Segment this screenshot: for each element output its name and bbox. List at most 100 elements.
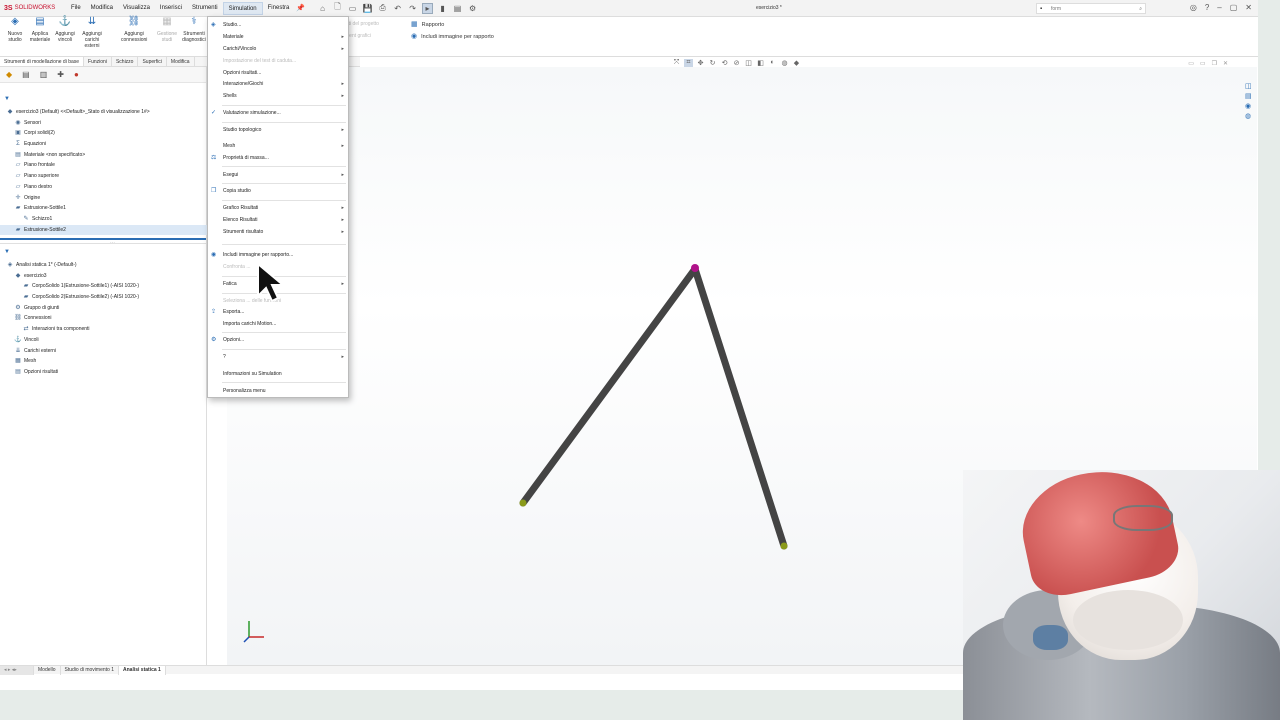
user-icon[interactable]: ◎: [1190, 3, 1197, 12]
minimize-icon[interactable]: –: [1217, 3, 1221, 12]
tree-item[interactable]: ▱ Piano frontale: [0, 160, 207, 171]
section-view-icon[interactable]: ⊘: [732, 59, 741, 67]
menu-item-valutazione-simulazione[interactable]: ✓ Valutazione simulazione...: [208, 108, 349, 119]
bottom-tab-studio-di-movimento-1[interactable]: Studio di movimento 1: [61, 665, 119, 675]
appearances-icon[interactable]: ◍: [1245, 112, 1252, 120]
tree-item[interactable]: ◆ esercizio3 (Default) <<Default>_Stato d…: [0, 107, 207, 118]
save-icon[interactable]: 💾: [362, 4, 373, 13]
tree-item[interactable]: ⚙ Gruppo di giunti: [0, 303, 207, 314]
menu-item-importa-carichi-motion[interactable]: Importa carichi Motion...: [208, 319, 349, 330]
menu-item-esporta[interactable]: ⇪ Esporta...: [208, 307, 349, 318]
tree-item[interactable]: ◉ Sensori: [0, 118, 207, 129]
menu-finestra[interactable]: Finestra: [263, 2, 295, 15]
home-icon[interactable]: ⌂: [317, 4, 328, 13]
redo-icon[interactable]: ↷: [407, 4, 418, 13]
tree-item[interactable]: ✛ Origine: [0, 193, 207, 204]
gestione-studi-button[interactable]: ▦ Gestione studi: [154, 17, 180, 44]
tree-item[interactable]: ▤ Materiale <non specificato>: [0, 150, 207, 161]
menu-item-shells[interactable]: Shells ▸: [208, 91, 349, 102]
tree-item[interactable]: ▣ Corpi solidi(2): [0, 128, 207, 139]
tree-item[interactable]: ✎ Schizzo1: [0, 214, 207, 225]
file-explorer-icon[interactable]: ◉: [1245, 102, 1252, 110]
dimxpert-tab-icon[interactable]: ✚: [57, 70, 64, 79]
menu-item-studio[interactable]: ◈ Studio...: [208, 20, 349, 31]
design-library-icon[interactable]: ▤: [1245, 92, 1252, 100]
menu-item-opzioni[interactable]: ⚙ Opzioni...: [208, 335, 349, 346]
pan-icon[interactable]: ✥: [696, 59, 705, 67]
report-button[interactable]: ▦ Rapporto: [411, 20, 444, 28]
tab-superfici[interactable]: Superfici: [138, 57, 167, 66]
aggiungi-vincoli-button[interactable]: ⚓ Aggiungi vincoli: [52, 17, 78, 44]
restore-icon[interactable]: ▢: [1230, 3, 1238, 12]
zoom-area-icon[interactable]: ⌗: [684, 59, 693, 67]
menu-modifica[interactable]: Modifica: [86, 2, 118, 15]
select-icon[interactable]: ▸: [422, 2, 434, 14]
rotate-icon[interactable]: ↻: [708, 59, 717, 67]
menu-item-materiale[interactable]: Materiale ▸: [208, 32, 349, 43]
property-manager-tab-icon[interactable]: ▤: [22, 70, 30, 79]
tree-item[interactable]: ⛓ Connessioni: [0, 313, 207, 324]
menu-item-includi-immagine-per-rapporto[interactable]: ◉ Includi immagine per rapporto...: [208, 250, 349, 261]
tree-item[interactable]: Σ Equazioni: [0, 139, 207, 150]
sim-filter-icon[interactable]: ▼: [4, 249, 10, 255]
search-input[interactable]: ▪ form ⌕: [1036, 3, 1146, 14]
viewport-close-icon[interactable]: ✕: [1223, 60, 1228, 67]
bottom-tab-modello[interactable]: Modello: [34, 665, 61, 675]
tree-item[interactable]: ▰ CorpoSolido 1(Estrusione-Sottile1) (-AI…: [0, 281, 207, 292]
search-icon[interactable]: ⌕: [1139, 4, 1142, 14]
pin-icon[interactable]: 📌: [296, 4, 305, 12]
edit-appearance-icon[interactable]: ◍: [780, 59, 789, 67]
undo-icon[interactable]: ↶: [392, 4, 403, 13]
tree-item[interactable]: ▰ CorpoSolido 2(Estrusione-Sottile2) (-AI…: [0, 292, 207, 303]
view-orientation-icon[interactable]: ◫: [744, 59, 753, 67]
open-icon[interactable]: ▭: [347, 4, 358, 13]
menu-item-opzioni-risultati[interactable]: Opzioni risultati...: [208, 68, 349, 79]
tree-item[interactable]: ⇄ Interazioni tra componenti: [0, 324, 207, 335]
menu-item-carichi-vincolo[interactable]: Carichi/Vincolo ▸: [208, 44, 349, 55]
close-icon[interactable]: ✕: [1245, 3, 1252, 12]
menu-item-mesh[interactable]: Mesh ▸: [208, 141, 349, 152]
tab-strumenti-di-modellazione-di-base[interactable]: Strumenti di modellazione di base: [0, 57, 85, 66]
menu-item-strumenti-risultato[interactable]: Strumenti risultato ▸: [208, 227, 349, 238]
file-properties-icon[interactable]: ▤: [452, 4, 463, 13]
menu-item-esegui[interactable]: Esegui ▸: [208, 170, 349, 181]
tree-item[interactable]: ▱ Piano destro: [0, 182, 207, 193]
tree-item[interactable]: ▦ Mesh: [0, 356, 207, 367]
viewport-minimize-icon[interactable]: ▭: [1200, 60, 1206, 67]
menu-item-studio-topologico[interactable]: Studio topologico ▸: [208, 125, 349, 136]
print-icon[interactable]: ⎙: [377, 3, 388, 13]
display-style-icon[interactable]: ◧: [756, 59, 765, 67]
tree-item[interactable]: ◆ esercizio3: [0, 271, 207, 282]
menu-visualizza[interactable]: Visualizza: [118, 2, 155, 15]
bottom-tab-analisi-statica-1[interactable]: Analisi statica 1: [119, 665, 166, 675]
zoom-to-fit-icon[interactable]: ⤧: [672, 59, 681, 67]
new-document-icon[interactable]: 🗋: [332, 1, 343, 15]
aggiungi-connessioni-button[interactable]: ⛓ Aggiungi connessioni: [121, 17, 147, 44]
nuovo-studio-button[interactable]: ◈ Nuovo studio: [2, 17, 28, 44]
menu-item-personalizza-menu[interactable]: Personalizza menu: [208, 386, 349, 397]
tree-item[interactable]: ▰ Estrusione-Sottile2: [0, 224, 207, 236]
resources-icon[interactable]: ◫: [1245, 82, 1252, 90]
hide-show-icon[interactable]: ◐: [768, 59, 777, 67]
menu-item-propriet-di-massa[interactable]: ⚖ Proprietà di massa...: [208, 153, 349, 164]
configuration-tab-icon[interactable]: ▥: [40, 70, 48, 79]
menu-file[interactable]: File: [66, 2, 86, 15]
aggiungi-carichi-esterni-button[interactable]: ⇊ Aggiungi carichi esterni: [79, 17, 105, 50]
include-image-button[interactable]: ◉ Includi immagine per rapporto: [411, 32, 494, 40]
tree-item[interactable]: ⇊ Carichi esterni: [0, 346, 207, 357]
rebuild-icon[interactable]: ▮: [437, 4, 448, 13]
menu-item-elenco-risultati[interactable]: Elenco Risultati ▸: [208, 215, 349, 226]
apply-scene-icon[interactable]: ◆: [792, 59, 801, 67]
feature-tree-tab-icon[interactable]: ◆: [6, 70, 12, 79]
tab-modifica[interactable]: Modifica: [167, 57, 195, 66]
previous-view-icon[interactable]: ⟲: [720, 59, 729, 67]
appearance-tab-icon[interactable]: ●: [74, 70, 79, 79]
tab-funzioni[interactable]: Funzioni: [84, 57, 112, 66]
menu-simulation[interactable]: Simulation: [222, 1, 263, 15]
filter-icon[interactable]: ▼: [4, 96, 10, 102]
applica-materiale-button[interactable]: ▤ Applica materiale: [27, 17, 53, 44]
tree-item[interactable]: ▤ Opzioni risultati: [0, 367, 207, 378]
strumenti-diagnostici-button[interactable]: ⚕ Strumenti diagnostici: [181, 17, 207, 44]
tree-item[interactable]: ▰ Estrusione-Sottile1: [0, 203, 207, 214]
tab-schizzo[interactable]: Schizzo: [112, 57, 139, 66]
